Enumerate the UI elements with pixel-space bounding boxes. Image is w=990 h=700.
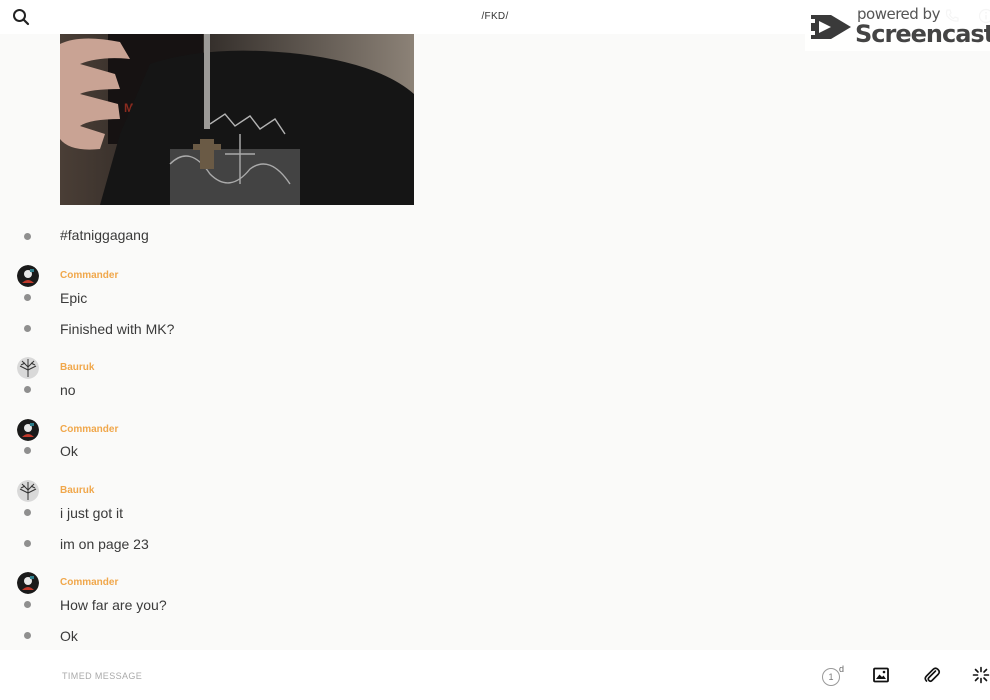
sparkle-icon[interactable] bbox=[972, 666, 990, 684]
message-text: i just got it bbox=[60, 505, 124, 521]
sender-name[interactable]: Commander bbox=[60, 270, 118, 281]
message-bullet bbox=[24, 233, 31, 240]
sender-name[interactable]: Bauruk bbox=[60, 485, 94, 496]
message-bullet bbox=[24, 386, 31, 393]
message-text: no bbox=[60, 382, 76, 398]
shared-photo[interactable]: MASON bbox=[60, 34, 414, 205]
screencastify-watermark: powered by Screencastify bbox=[805, 3, 990, 51]
sender-name[interactable]: Bauruk bbox=[60, 362, 94, 373]
message-bullet bbox=[24, 601, 31, 608]
message-bullet bbox=[24, 294, 31, 301]
timer-unit: d bbox=[839, 664, 845, 674]
paperclip-icon[interactable] bbox=[923, 666, 941, 684]
screencastify-logo-icon bbox=[809, 9, 853, 45]
message-text: Ok bbox=[60, 443, 78, 459]
message-text: How far are you? bbox=[60, 597, 167, 613]
avatar-commander[interactable] bbox=[17, 572, 39, 594]
message-text: Finished with MK? bbox=[60, 321, 175, 337]
timer-button[interactable]: 1 d bbox=[822, 664, 846, 688]
avatar-bauruk[interactable] bbox=[17, 357, 39, 379]
sender-name[interactable]: Commander bbox=[60, 424, 118, 435]
message-bullet bbox=[24, 632, 31, 639]
message-bullet bbox=[24, 509, 31, 516]
message-input[interactable] bbox=[60, 664, 764, 688]
avatar-commander[interactable] bbox=[17, 419, 39, 441]
timer-value: 1 bbox=[822, 668, 840, 686]
watermark-brand: Screencastify bbox=[855, 20, 990, 48]
message-bullet bbox=[24, 447, 31, 454]
message-bullet bbox=[24, 540, 31, 547]
message-text: Epic bbox=[60, 290, 88, 306]
message-text: Ok bbox=[60, 628, 78, 644]
image-icon[interactable] bbox=[873, 667, 889, 683]
message-bullet bbox=[24, 325, 31, 332]
message-text: im on page 23 bbox=[60, 536, 149, 552]
message-text: #fatniggagang bbox=[60, 227, 149, 243]
avatar-bauruk[interactable] bbox=[17, 480, 39, 502]
avatar-commander[interactable] bbox=[17, 265, 39, 287]
sender-name[interactable]: Commander bbox=[60, 577, 118, 588]
message-composer: 1 d bbox=[0, 650, 990, 700]
